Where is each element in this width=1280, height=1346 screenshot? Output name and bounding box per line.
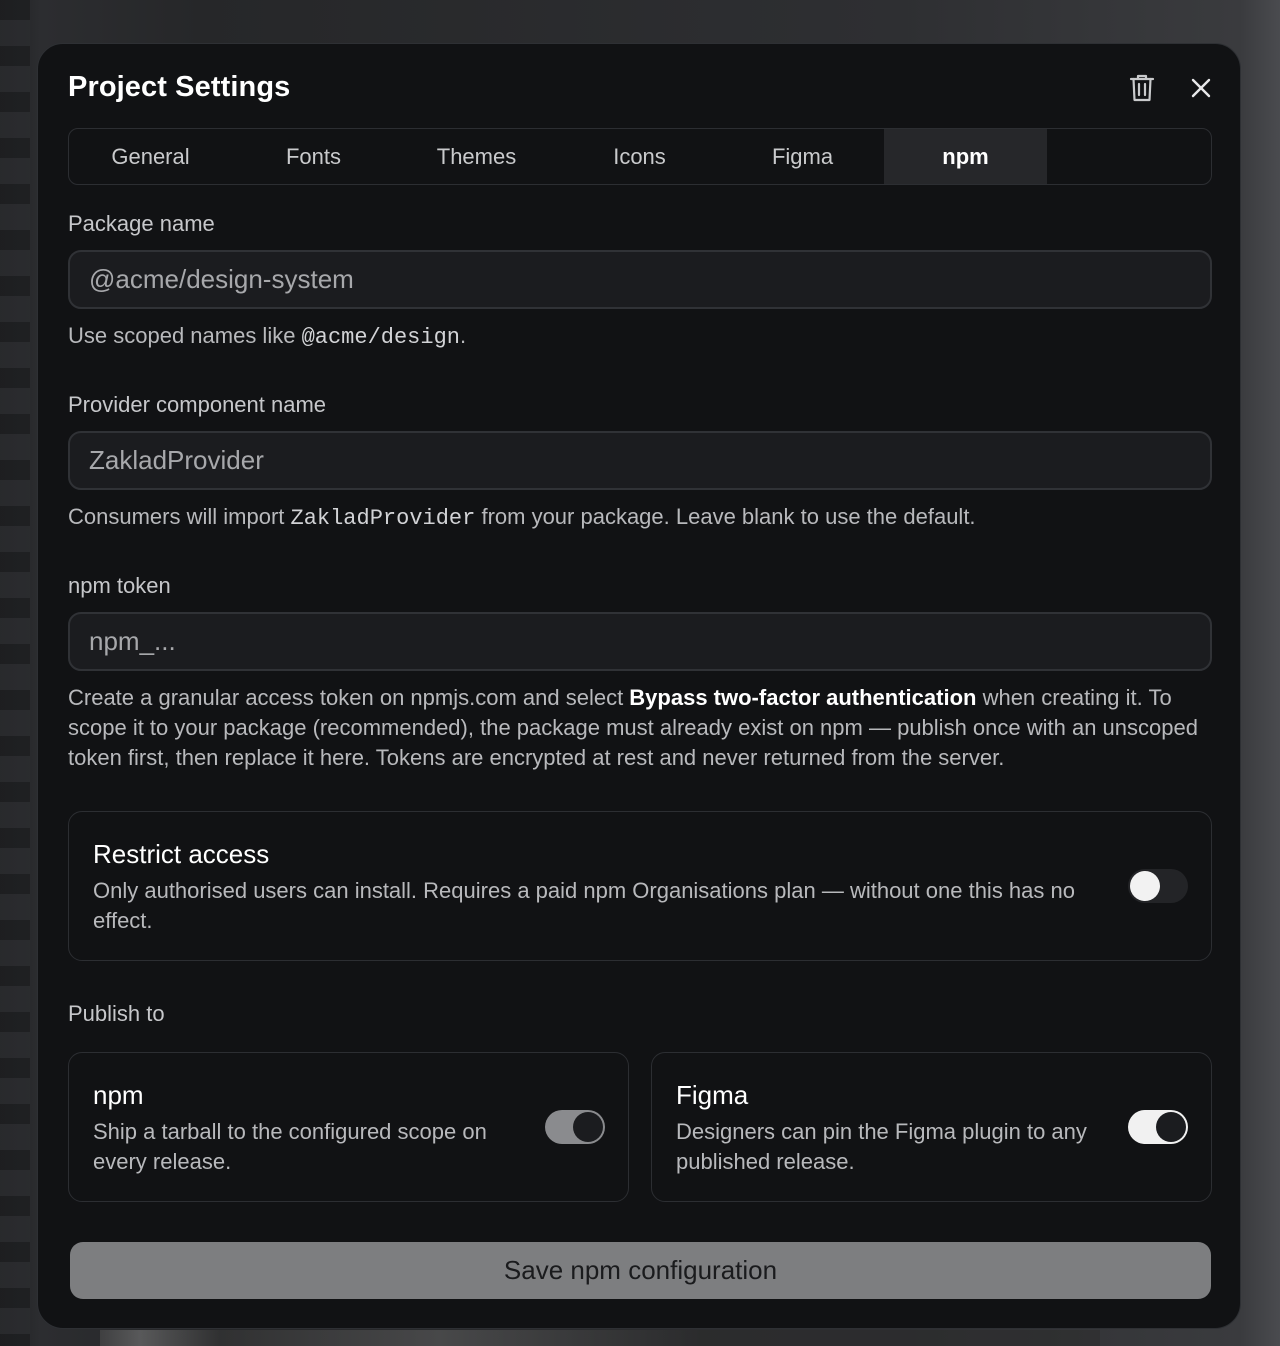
publish-figma-description: Designers can pin the Figma plugin to an… <box>676 1119 1087 1174</box>
provider-name-help: Consumers will import ZakladProvider fro… <box>68 502 1208 534</box>
toggle-knob <box>1130 871 1160 901</box>
background-app-footer <box>100 1330 1100 1346</box>
restrict-access-toggle[interactable] <box>1128 869 1188 903</box>
toggle-knob <box>1156 1112 1186 1142</box>
tab-npm[interactable]: npm <box>884 129 1047 184</box>
publish-figma-title: Figma <box>676 1080 749 1110</box>
settings-tabs: General Fonts Themes Icons Figma npm <box>68 128 1212 185</box>
npm-token-label: npm token <box>68 573 171 598</box>
publish-figma-toggle[interactable] <box>1128 1110 1188 1144</box>
package-name-help: Use scoped names like @acme/design. <box>68 321 1208 353</box>
restrict-access-description: Only authorised users can install. Requi… <box>93 878 1075 933</box>
tab-figma[interactable]: Figma <box>721 129 884 184</box>
delete-project-button[interactable] <box>1124 70 1160 106</box>
tab-themes[interactable]: Themes <box>395 129 558 184</box>
publish-npm-title: npm <box>93 1080 144 1110</box>
close-dialog-button[interactable] <box>1183 70 1219 106</box>
restrict-access-title: Restrict access <box>93 839 270 869</box>
toggle-knob <box>573 1112 603 1142</box>
provider-name-input[interactable] <box>68 431 1212 490</box>
provider-name-help-code: ZakladProvider <box>290 506 476 531</box>
package-name-help-code: @acme/design <box>301 325 460 350</box>
close-icon <box>1191 78 1211 98</box>
publish-npm-toggle[interactable] <box>545 1110 605 1144</box>
background-app-sidebar <box>0 0 30 1346</box>
npm-token-help-bold: Bypass two-factor authentication <box>629 685 977 710</box>
tab-fonts[interactable]: Fonts <box>232 129 395 184</box>
publish-npm-card: npm Ship a tarball to the configured sco… <box>68 1052 629 1202</box>
package-name-input[interactable] <box>68 250 1212 309</box>
restrict-access-card: Restrict access Only authorised users ca… <box>68 811 1212 961</box>
publish-to-label: Publish to <box>68 1001 165 1026</box>
npm-token-help-part1: Create a granular access token on npmjs.… <box>68 685 630 710</box>
npm-token-input[interactable] <box>68 612 1212 671</box>
publish-npm-description: Ship a tarball to the configured scope o… <box>93 1119 487 1174</box>
project-settings-dialog: Project Settings General Fonts Themes Ic… <box>37 43 1241 1329</box>
package-name-label: Package name <box>68 211 215 236</box>
publish-figma-card: Figma Designers can pin the Figma plugin… <box>651 1052 1212 1202</box>
package-name-help-prefix: Use scoped names like <box>68 323 302 348</box>
provider-name-label: Provider component name <box>68 392 327 417</box>
npm-token-help: Create a granular access token on npmjs.… <box>68 683 1208 773</box>
save-npm-configuration-button[interactable]: Save npm configuration <box>70 1242 1211 1299</box>
package-name-help-suffix: . <box>460 323 467 348</box>
trash-icon <box>1129 74 1155 102</box>
provider-name-help-prefix: Consumers will import <box>68 504 291 529</box>
tab-icons[interactable]: Icons <box>558 129 721 184</box>
dialog-title: Project Settings <box>68 71 291 103</box>
provider-name-help-suffix: from your package. Leave blank to use th… <box>475 504 976 529</box>
tab-general[interactable]: General <box>69 129 232 184</box>
